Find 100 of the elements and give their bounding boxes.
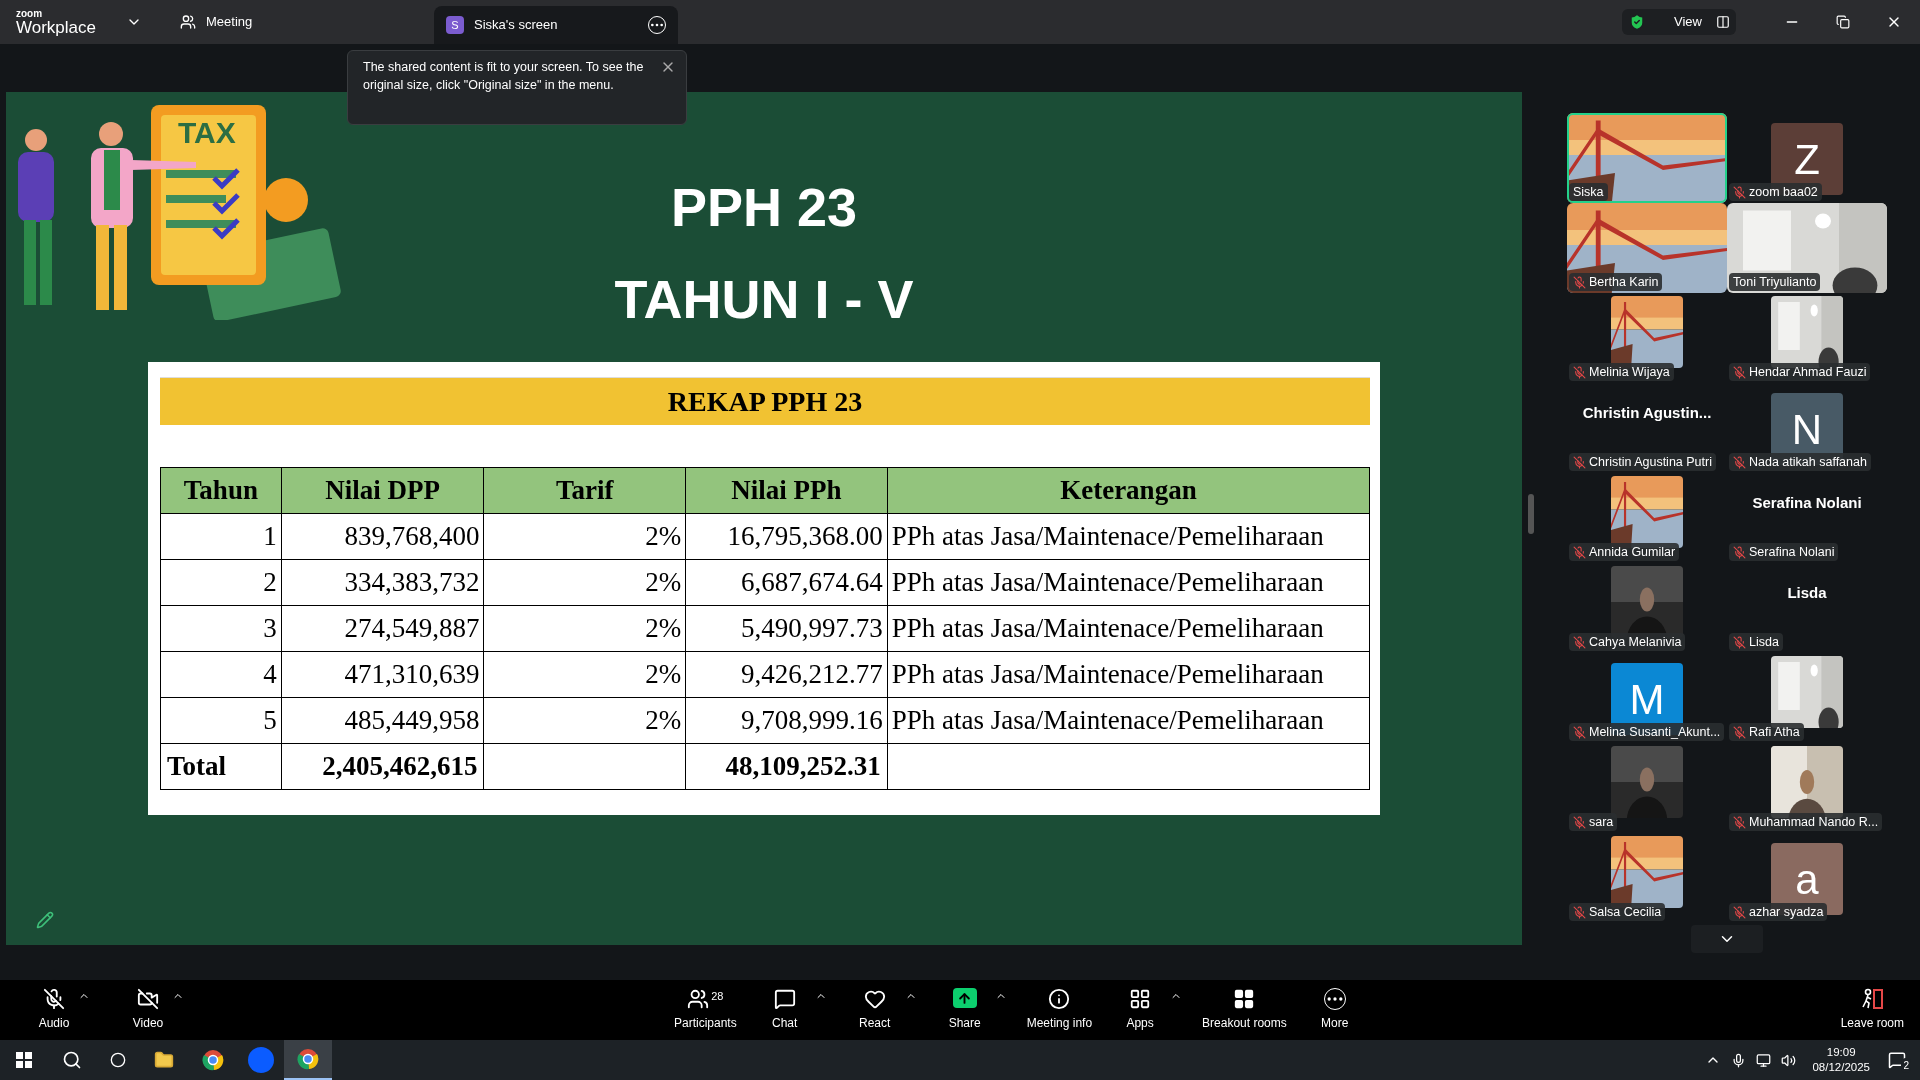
participants-icon [687,988,710,1010]
tab-badge: S [446,16,464,34]
table-cell: PPh atas Jasa/Maintenace/Pemeliharaan [886,652,1369,697]
leave-room-button[interactable]: Leave room [1840,988,1904,1032]
column-header: Keterangan [886,468,1369,513]
table-cell: 9,426,212.77 [685,652,887,697]
total-cell-text: Total [166,750,228,784]
speaker-icon[interactable] [1781,1052,1797,1068]
table-cell: 2% [483,652,686,697]
info-button[interactable]: Meeting info [1026,988,1093,1032]
name-label: Melinia Wijaya [1569,363,1674,381]
breakout-button[interactable]: Breakout rooms [1202,988,1287,1032]
name-label: Siska [1569,183,1608,201]
table-cell-text: 3 [262,612,278,646]
browser-task-button[interactable] [284,1040,332,1080]
name-label: Nada atikah saffanah [1729,453,1871,471]
name-label: Christin Agustina Putri [1569,453,1716,471]
table-cell: 485,449,958 [280,698,484,743]
total-cell: 48,109,252.31 [685,744,887,789]
info-icon [1048,988,1071,1010]
share-icon [952,988,977,1008]
react-button[interactable]: React [846,988,903,1032]
column-header: Tahun [161,468,281,513]
tab[interactable]: Meeting [168,3,418,41]
table-cell-text: 4 [262,658,278,692]
total-cell: 2,405,462,615 [280,744,484,789]
table-cell: 471,310,639 [280,652,484,697]
notifications-button[interactable]: 2 [1886,1050,1908,1070]
table-cell: PPh atas Jasa/Maintenace/Pemeliharaan [886,514,1369,559]
name-label: azhar syadza [1729,903,1828,921]
participant-count: 28 [711,989,724,1004]
column-header: Nilai DPP [280,468,484,513]
slide-subtitle: TAHUN I - V [614,272,914,326]
app-logo: zoom Workplace [16,8,97,36]
table-cell: PPh atas Jasa/Maintenace/Pemeliharaan [886,698,1369,743]
table-cell: 839,768,400 [280,514,484,559]
chat-button[interactable]: Chat [756,988,813,1032]
folder-icon[interactable] [154,1050,174,1070]
video-off-icon [137,988,159,1010]
audio-button[interactable]: Audio [34,988,74,1032]
name-label: Muhammad Nando R... [1729,813,1883,831]
column-header: Tarif [483,468,686,513]
table-cell: PPh atas Jasa/Maintenace/Pemeliharaan [886,560,1369,605]
windows-logo-icon [16,1052,32,1068]
mic-icon[interactable] [1731,1052,1747,1068]
table-cell: 9,708,999.16 [685,698,887,743]
display-name: Lisda [1787,582,1827,603]
name-label: Melina Susanti_Akunt... [1569,723,1725,741]
task-view-icon[interactable] [110,1052,126,1068]
name-label: Rafi Atha [1729,723,1804,741]
name-label: Cahya Melanivia [1569,633,1686,651]
name-label: Bertha Karin [1569,273,1663,291]
exit-icon [1860,988,1885,1010]
table-cell: 2% [483,606,686,651]
table-title: REKAP PPH 23 [160,378,1370,425]
participants-button[interactable]: 28 Participants [674,988,737,1032]
video-button[interactable]: Video [128,988,168,1032]
name-label: sara [1569,813,1618,831]
browser-icon[interactable] [202,1049,224,1071]
table-cell-text: 2 [262,566,278,600]
clock[interactable]: 19:09 08/12/2025 [1812,1045,1870,1075]
view-button[interactable]: View [1622,9,1736,35]
name-label: zoom baa02 [1729,183,1822,201]
share-button[interactable]: Share [936,988,993,1032]
name-label: Toni Triyulianto [1729,273,1821,291]
table-cell: 6,687,674.64 [685,560,887,605]
table-cell: 16,795,368.00 [685,514,887,559]
restore-icon[interactable] [1836,15,1850,29]
table-cell: 2% [483,560,686,605]
layout-icon [1716,15,1730,29]
chat-icon [773,988,796,1010]
table-cell: 5,490,997.73 [685,606,887,651]
column-header: Nilai PPh [685,468,887,513]
table-cell-text: 1 [262,520,278,554]
name-label: Serafina Nolani [1729,543,1839,561]
notice-text: The shared content is fit to your screen. To see the original size, click "Original size" in the menu. [363,60,644,92]
illustration-label: TAX [178,118,236,148]
table-cell: PPh atas Jasa/Maintenace/Pemeliharaan [886,606,1369,651]
people-icon [180,14,196,30]
table-cell: 2% [483,698,686,743]
browser-icon [297,1048,319,1070]
grid-icon [1233,988,1256,1010]
name-label: Annida Gumilar [1569,543,1680,561]
tab[interactable]: S Siska's screen [434,6,678,44]
display-name: Serafina Nolani [1752,492,1862,513]
table-cell: 334,383,732 [280,560,484,605]
name-label: Hendar Ahmad Fauzi [1729,363,1871,381]
name-label: Lisda [1729,633,1783,651]
search-icon[interactable] [62,1050,82,1070]
name-label: Salsa Cecilia [1569,903,1666,921]
apps-icon [1129,988,1152,1010]
slide-title: PPH 23 [670,180,858,234]
more-button[interactable]: More [1306,988,1363,1032]
table-cell-text: 5 [262,704,278,738]
apps-button[interactable]: Apps [1112,988,1169,1032]
display-name: Christin Agustin... [1582,402,1712,423]
table-cell: 274,549,887 [280,606,484,651]
heart-icon [863,988,886,1010]
pencil-icon[interactable] [36,911,54,929]
muted-mic-icon [43,988,65,1010]
